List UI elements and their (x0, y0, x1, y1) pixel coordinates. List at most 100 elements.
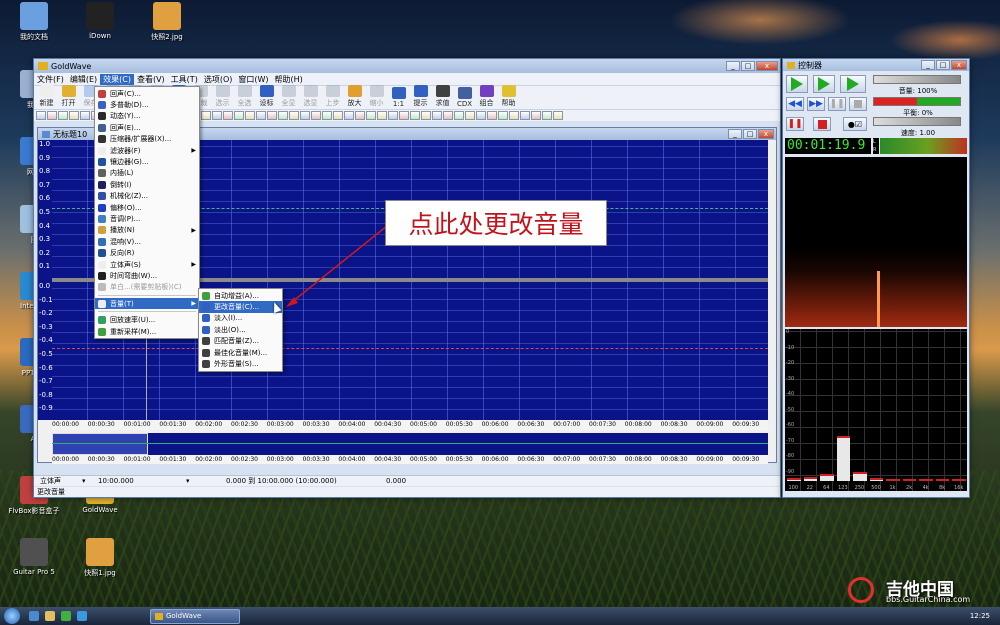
effect-tool-button[interactable] (80, 111, 90, 120)
effects-menu-item[interactable]: 单白...(需要剪贴板)(C) (95, 282, 199, 293)
effect-tool-button[interactable] (256, 111, 266, 120)
effects-menu-item[interactable]: 回声(C)... (95, 88, 199, 99)
toolbar-button[interactable]: 帮助 (498, 85, 519, 108)
control-title-bar[interactable]: 控制器 _ □ x (783, 59, 969, 71)
volume-menu-item[interactable]: 淡出(O)... (199, 324, 282, 335)
effect-tool-button[interactable] (47, 111, 57, 120)
control-maximize-button[interactable]: □ (936, 60, 950, 70)
effect-tool-button[interactable] (223, 111, 233, 120)
effects-menu-item[interactable]: 音量(T) ▶ (95, 298, 199, 310)
toolbar-button[interactable]: 新建 (36, 85, 57, 108)
toolbar-button[interactable]: 上步 (322, 85, 343, 108)
effect-tool-button[interactable] (58, 111, 68, 120)
toolbar-button[interactable]: 选显 (300, 85, 321, 108)
menu-item[interactable]: 工具(T) (168, 74, 201, 85)
main-title-bar[interactable]: GoldWave _ □ x (34, 59, 780, 73)
rewind-button[interactable]: ◀◀ (786, 97, 804, 111)
effect-tool-button[interactable] (454, 111, 464, 120)
record-button[interactable] (813, 117, 831, 131)
effect-tool-button[interactable] (531, 111, 541, 120)
effect-tool-button[interactable] (322, 111, 332, 120)
effect-tool-button[interactable] (509, 111, 519, 120)
effect-tool-button[interactable] (410, 111, 420, 120)
toolbar-button[interactable]: 选示 (212, 85, 233, 108)
effect-tool-button[interactable] (476, 111, 486, 120)
effects-menu-item[interactable]: 立体声(S) ▶ (95, 259, 199, 270)
menu-item[interactable]: 编辑(E) (67, 74, 100, 85)
effect-tool-button[interactable] (278, 111, 288, 120)
effect-tool-button[interactable] (355, 111, 365, 120)
toolbar-button[interactable]: 求值 (432, 85, 453, 108)
effect-tool-button[interactable] (443, 111, 453, 120)
stop-button[interactable] (849, 97, 867, 111)
desktop-icon[interactable]: 我的文档 (4, 2, 64, 42)
effect-tool-button[interactable] (300, 111, 310, 120)
effect-tool-button[interactable] (553, 111, 563, 120)
close-button[interactable]: x (756, 61, 778, 71)
taskbar-goldwave-button[interactable]: GoldWave (150, 608, 240, 624)
maximize-button[interactable]: □ (741, 61, 755, 71)
volume-menu-item[interactable]: 匹配音量(Z)... (199, 336, 282, 347)
effects-menu-item[interactable]: 压缩器/扩展器(X)... (95, 134, 199, 145)
effects-menu-item[interactable]: 反向(R) (95, 247, 199, 258)
effect-tool-button[interactable] (520, 111, 530, 120)
effects-menu-item[interactable]: 倒转(I) (95, 179, 199, 190)
toolbar-button[interactable]: CDX (454, 87, 475, 108)
play-button[interactable] (786, 75, 808, 93)
sound-close-button[interactable]: x (758, 129, 774, 139)
effect-tool-button[interactable] (36, 111, 46, 120)
status-duration-dropdown-icon[interactable]: ▾ (186, 477, 196, 485)
effect-tool-button[interactable] (487, 111, 497, 120)
effects-menu-item[interactable]: 播放(N) ▶ (95, 225, 199, 236)
effect-tool-button[interactable] (212, 111, 222, 120)
effects-menu-item[interactable]: 回声(E)... (95, 122, 199, 133)
effect-tool-button[interactable] (245, 111, 255, 120)
quicklaunch-media-icon[interactable] (61, 611, 71, 621)
play-selection-button[interactable] (813, 75, 835, 93)
effects-menu-item[interactable]: 回放速率(U)... (95, 314, 199, 325)
effect-tool-button[interactable] (267, 111, 277, 120)
effect-tool-button[interactable] (399, 111, 409, 120)
toolbar-button[interactable]: 全显 (278, 85, 299, 108)
effects-menu-item[interactable]: 机械化(Z)... (95, 191, 199, 202)
toolbar-button[interactable]: 提示 (410, 85, 431, 108)
properties-button[interactable]: ●☑ (843, 117, 867, 131)
effects-menu-item[interactable]: 偏移(O)... (95, 202, 199, 213)
balance-slider[interactable] (873, 97, 961, 106)
status-channel[interactable]: 立体声 (34, 476, 82, 486)
effect-tool-button[interactable] (311, 111, 321, 120)
volume-menu-item[interactable]: 淡入(I)... (199, 313, 282, 324)
speed-slider[interactable] (873, 117, 961, 126)
menu-item[interactable]: 窗口(W) (235, 74, 271, 85)
desktop-icon[interactable]: Guitar Pro 5 (4, 538, 64, 576)
effect-tool-button[interactable] (388, 111, 398, 120)
effect-tool-button[interactable] (201, 111, 211, 120)
toolbar-button[interactable]: 打开 (58, 85, 79, 108)
overview-waveform[interactable] (52, 433, 768, 455)
toolbar-button[interactable]: 组合 (476, 85, 497, 108)
effect-tool-button[interactable] (69, 111, 79, 120)
play-custom-button[interactable] (840, 75, 866, 93)
quicklaunch-ie-icon[interactable] (29, 611, 39, 621)
quicklaunch-folder-icon[interactable] (45, 611, 55, 621)
effect-tool-button[interactable] (542, 111, 552, 120)
forward-button[interactable]: ▶▶ (807, 97, 825, 111)
toolbar-button[interactable]: 全选 (234, 85, 255, 108)
volume-menu-item[interactable]: 最佳化音量(M)... (199, 347, 282, 358)
desktop-icon[interactable]: iDown (70, 2, 130, 40)
sound-minimize-button[interactable]: _ (728, 129, 742, 139)
effect-tool-button[interactable] (289, 111, 299, 120)
effect-tool-button[interactable] (366, 111, 376, 120)
effects-menu-item[interactable]: 多普勒(D)... (95, 99, 199, 110)
effects-menu-item[interactable]: 内插(L) (95, 168, 199, 179)
toolbar-button[interactable]: 设标 (256, 85, 277, 108)
desktop-icon[interactable]: 快照2.jpg (137, 2, 197, 42)
toolbar-button[interactable]: 放大 (344, 85, 365, 108)
menu-item[interactable]: 选项(O) (201, 74, 236, 85)
record-pause-button[interactable]: ❚❚ (786, 117, 804, 131)
effect-tool-button[interactable] (344, 111, 354, 120)
minimize-button[interactable]: _ (726, 61, 740, 71)
effect-tool-button[interactable] (333, 111, 343, 120)
effects-menu-item[interactable]: 镶边器(G)... (95, 156, 199, 167)
effects-menu-item[interactable]: 音调(P)... (95, 213, 199, 224)
